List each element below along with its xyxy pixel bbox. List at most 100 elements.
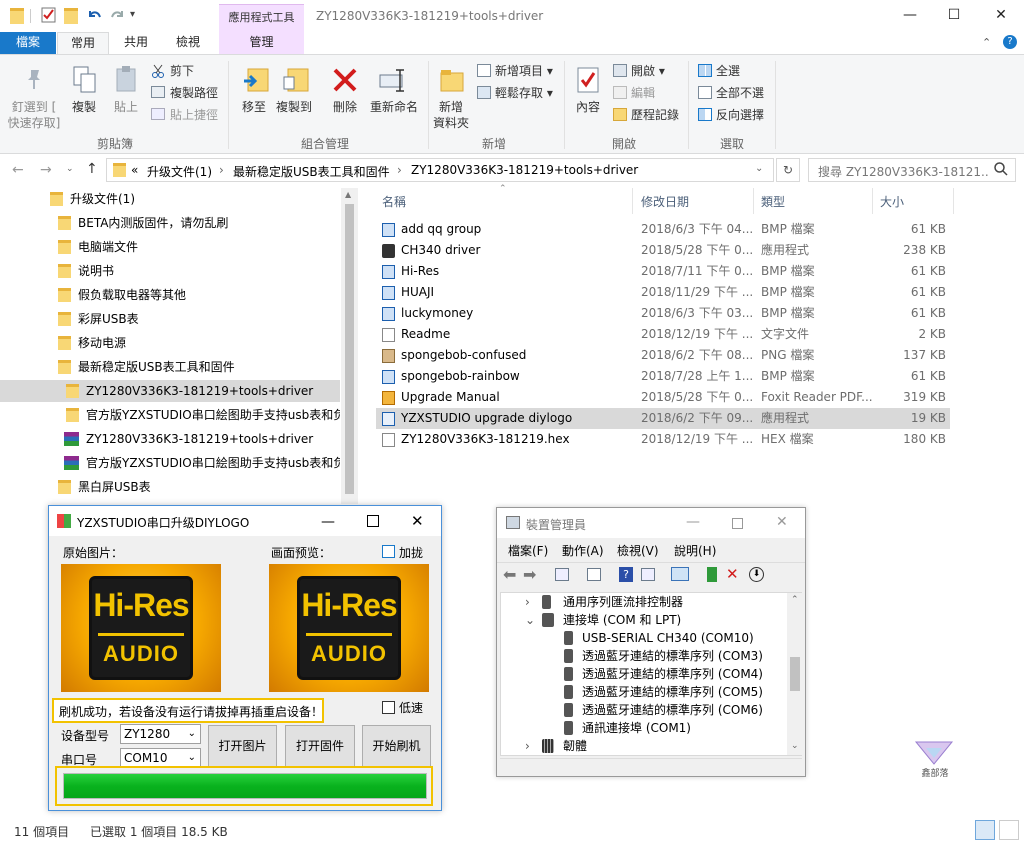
disable-device-icon[interactable]: ⬇ (749, 567, 764, 582)
properties-icon[interactable] (587, 568, 601, 581)
new-item-button[interactable]: 新增項目 ▾ (495, 64, 553, 78)
select-all-button[interactable]: 全選 (716, 64, 740, 78)
maximize-button[interactable] (367, 515, 379, 527)
forward-arrow-icon[interactable]: → (40, 162, 52, 178)
column-header-size[interactable]: 大小 (880, 193, 904, 210)
file-row[interactable]: spongebob-rainbow 2018/7/28 上午 1... BMP 檔案… (376, 366, 950, 387)
file-row[interactable]: HUAJI 2018/11/29 下午 ... BMP 檔案 61 KB (376, 282, 950, 303)
tree-item[interactable]: 官方版YZXSTUDIO串口絵图助手支持usb表和负 (64, 452, 340, 474)
maximize-button[interactable] (732, 518, 743, 529)
device-tree-scrollbar[interactable]: ⌃ ⌄ (787, 593, 803, 755)
column-divider[interactable] (872, 188, 873, 214)
back-arrow-icon[interactable]: ← (12, 162, 24, 178)
column-divider[interactable] (753, 188, 754, 214)
close-button[interactable]: ✕ (776, 514, 788, 530)
file-row[interactable]: Upgrade Manual 2018/5/28 下午 0... Foxit Rea… (376, 387, 950, 408)
show-hide-tree-icon[interactable] (555, 568, 569, 581)
back-arrow-icon[interactable]: ⬅ (503, 565, 516, 584)
invert-selection-button[interactable]: 反向選擇 (716, 108, 764, 122)
tab-view[interactable]: 檢視 (166, 32, 210, 54)
paste-shortcut-button[interactable]: 貼上捷徑 (170, 108, 218, 122)
pin-quick-access-button[interactable]: 釘選到 [ 快速存取] (6, 99, 62, 131)
address-dropdown-icon[interactable]: ⌄ (755, 163, 763, 174)
column-header-date[interactable]: 修改日期 (641, 193, 689, 210)
scrollbar-thumb[interactable] (790, 657, 800, 691)
copy-button[interactable]: 複製 (66, 99, 102, 115)
model-select[interactable]: ZY1280 ⌄ (120, 724, 201, 744)
scrollbar-thumb[interactable] (345, 204, 354, 494)
port-select[interactable]: COM10 ⌄ (120, 748, 201, 768)
tree-item[interactable]: 移动电源 (58, 332, 340, 354)
details-view-icon[interactable] (975, 820, 995, 840)
column-divider[interactable] (632, 188, 633, 214)
maximize-button[interactable]: ☐ (947, 8, 961, 22)
start-flash-button[interactable]: 开始刷机 (362, 725, 431, 767)
tree-item[interactable]: 官方版YZXSTUDIO串口絵图助手支持usb表和负 (66, 404, 340, 426)
ribbon-collapse-icon[interactable]: ⌃ (982, 36, 991, 49)
menu-view[interactable]: 檢視(V) (617, 542, 659, 559)
tree-scrollbar[interactable]: ▲ (341, 188, 358, 504)
refresh-icon[interactable]: ↻ (776, 158, 800, 182)
properties-icon[interactable] (41, 7, 57, 23)
action-icon[interactable] (641, 568, 655, 581)
tree-item[interactable]: 最新稳定版USB表工具和固件 (58, 356, 340, 378)
open-button[interactable]: 開啟 ▾ (631, 64, 665, 78)
scroll-up-icon[interactable]: ▲ (345, 190, 351, 199)
select-none-button[interactable]: 全部不選 (716, 86, 764, 100)
redo-icon[interactable] (110, 7, 126, 23)
recent-locations-icon[interactable]: ⌄ (66, 164, 74, 174)
uninstall-icon[interactable]: ✕ (726, 565, 739, 583)
open-image-button[interactable]: 打开图片 (208, 725, 277, 767)
move-to-button[interactable]: 移至 (236, 99, 272, 115)
menu-action[interactable]: 動作(A) (562, 542, 604, 559)
tab-share[interactable]: 共用 (114, 32, 158, 54)
tab-home[interactable]: 常用 (57, 32, 109, 55)
menu-file[interactable]: 檔案(F) (508, 542, 548, 559)
file-row[interactable]: spongebob-confused 2018/6/2 下午 08... PNG 檔… (376, 345, 950, 366)
file-row[interactable]: Hi-Res 2018/7/11 下午 0... BMP 檔案 61 KB (376, 261, 950, 282)
close-button[interactable]: ✕ (411, 512, 424, 530)
breadcrumb-item[interactable]: ZY1280V336K3-181219+tools+driver (411, 163, 638, 177)
search-icon[interactable] (993, 161, 1009, 177)
column-divider[interactable] (953, 188, 954, 214)
tree-item[interactable]: 假负载取电器等其他 (58, 284, 340, 306)
scroll-up-icon[interactable]: ⌃ (791, 595, 799, 605)
tab-file[interactable]: 檔案 (0, 32, 56, 54)
minimize-button[interactable]: — (321, 514, 335, 530)
tree-item[interactable]: 黑白屏USB表 (58, 476, 340, 498)
open-firmware-button[interactable]: 打开固件 (285, 725, 355, 767)
help-icon[interactable]: ? (619, 567, 633, 582)
cut-button[interactable]: 剪下 (170, 64, 194, 78)
tree-item[interactable]: ZY1280V336K3-181219+tools+driver (64, 428, 340, 450)
rename-button[interactable]: 重新命名 (366, 99, 422, 115)
file-row[interactable]: CH340 driver 2018/5/28 下午 0... 應用程式 238 KB (376, 240, 950, 261)
expand-icon[interactable]: › (525, 737, 530, 755)
new-folder-icon[interactable] (64, 8, 78, 24)
minimize-button[interactable]: — (686, 514, 700, 530)
forward-arrow-icon[interactable]: ➡ (523, 565, 536, 584)
tree-item[interactable]: 电脑端文件 (58, 236, 340, 258)
column-header-name[interactable]: 名稱 (382, 193, 406, 210)
file-row[interactable]: Readme 2018/12/19 下午 ... 文字文件 2 KB (376, 324, 950, 345)
chevron-right-icon[interactable]: › (397, 163, 402, 177)
new-folder-button[interactable]: 新增 資料夾 (428, 99, 474, 131)
breadcrumb-item[interactable]: 升级文件(1) (147, 163, 212, 180)
easy-access-button[interactable]: 輕鬆存取 ▾ (495, 86, 553, 100)
low-speed-checkbox[interactable] (382, 701, 395, 714)
menu-help[interactable]: 說明(H) (674, 542, 716, 559)
file-row-selected[interactable]: YZXSTUDIO upgrade diylogo 2018/6/2 下午 09.… (376, 408, 950, 429)
breadcrumb-overflow[interactable]: « (131, 163, 138, 177)
expand-icon[interactable]: › (525, 593, 530, 611)
minimize-button[interactable]: — (903, 8, 917, 22)
search-input[interactable]: 搜尋 ZY1280V336K3-18121... (818, 163, 988, 180)
help-icon[interactable]: ? (1003, 35, 1017, 49)
chevron-right-icon[interactable]: › (219, 163, 224, 177)
tree-item[interactable]: 升级文件(1) (50, 188, 340, 210)
history-button[interactable]: 歷程記錄 (631, 108, 679, 122)
collapse-icon[interactable]: ⌄ (525, 611, 535, 629)
qat-dropdown-icon[interactable]: ▾ (130, 9, 135, 20)
address-bar[interactable]: « 升级文件(1) › 最新稳定版USB表工具和固件 › ZY1280V336K… (106, 158, 774, 182)
undo-icon[interactable] (86, 7, 102, 23)
scan-hardware-icon[interactable] (671, 567, 689, 581)
tree-item[interactable]: BETA内测版固件，请勿乱刷 (58, 212, 340, 234)
